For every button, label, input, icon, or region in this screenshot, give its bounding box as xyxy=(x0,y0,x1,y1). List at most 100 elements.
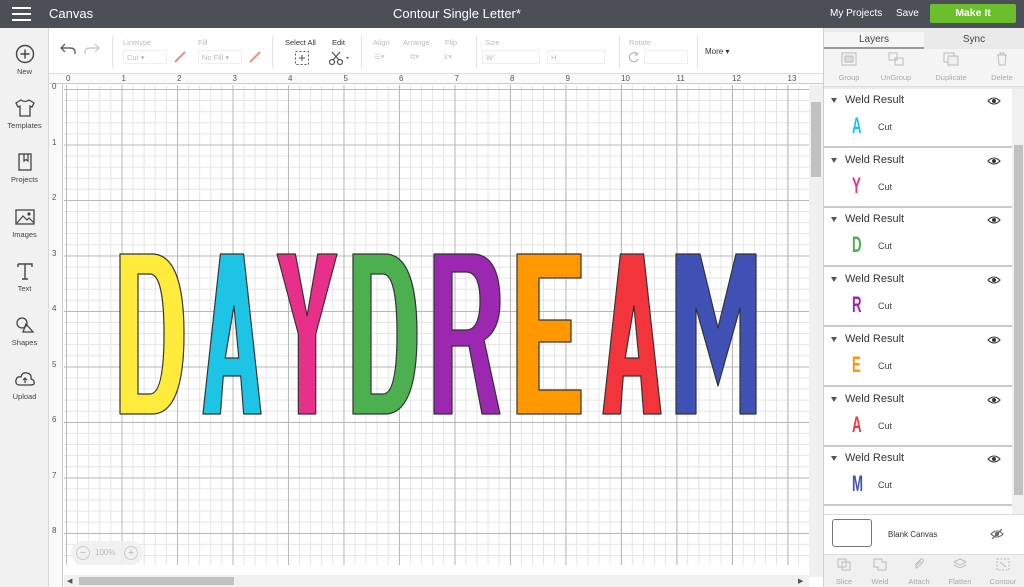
select-all-icon[interactable] xyxy=(294,50,310,66)
layer-row[interactable]: Weld Result D Cut xyxy=(824,208,1012,268)
collapse-caret-icon[interactable] xyxy=(831,456,837,462)
zoom-in-button[interactable]: + xyxy=(124,546,138,560)
ungroup-icon xyxy=(888,52,904,66)
letter-m-shape[interactable] xyxy=(675,253,757,415)
vertical-scrollbar[interactable] xyxy=(809,85,823,577)
collapse-caret-icon[interactable] xyxy=(831,277,837,283)
design-canvas[interactable]: 0 1 2 3 4 5 6 7 8 9 10 11 12 13 012345678 ◀ ▶ − 100% … xyxy=(49,74,823,587)
layer-name: Weld Result xyxy=(845,94,905,106)
sidebar-item-new[interactable]: New xyxy=(0,44,49,94)
more-dropdown[interactable]: More ▾ xyxy=(705,47,729,56)
tab-layers[interactable]: Layers xyxy=(824,32,924,49)
collapse-caret-icon[interactable] xyxy=(831,396,837,402)
zoom-out-button[interactable]: − xyxy=(76,546,90,560)
layer-row[interactable]: Weld Result R Cut xyxy=(824,268,1012,328)
width-input[interactable]: W xyxy=(482,50,540,64)
cloud-upload-icon xyxy=(14,372,35,386)
undo-icon[interactable] xyxy=(60,42,76,56)
eye-icon[interactable] xyxy=(987,395,1001,405)
arrange-dropdown[interactable]: ⧉▾ xyxy=(407,50,431,64)
weld-button[interactable]: Weld xyxy=(860,558,900,586)
edit-scissors-icon[interactable] xyxy=(328,50,352,66)
height-input[interactable]: H xyxy=(547,50,605,64)
letter-e-shape[interactable] xyxy=(516,253,582,415)
collapse-caret-icon[interactable] xyxy=(831,157,837,163)
layer-row[interactable]: Weld Result M Cut xyxy=(824,447,1012,507)
slice-button[interactable]: Slice xyxy=(824,558,864,586)
eye-hidden-icon[interactable] xyxy=(990,528,1004,540)
attach-button[interactable]: Attach xyxy=(899,558,939,586)
save-link[interactable]: Save xyxy=(896,8,919,19)
sidebar-item-images[interactable]: Images xyxy=(0,207,49,257)
letter-d-shape[interactable] xyxy=(352,253,418,415)
linetype-color-swatch-icon[interactable] xyxy=(173,50,187,64)
layer-name: Weld Result xyxy=(845,153,905,166)
eye-icon[interactable] xyxy=(987,275,1001,285)
fill-select[interactable]: No Fill ▾ xyxy=(198,50,242,64)
scroll-right-icon[interactable]: ▶ xyxy=(798,577,803,585)
blank-canvas-swatch[interactable] xyxy=(832,519,872,547)
eye-icon[interactable] xyxy=(987,215,1001,225)
bookmark-book-icon xyxy=(17,153,32,171)
sidebar-item-upload[interactable]: Upload xyxy=(0,369,49,419)
layer-row[interactable]: Weld Result Y Cut xyxy=(824,148,1012,208)
sidebar-item-shapes[interactable]: Shapes xyxy=(0,315,49,365)
contour-button[interactable]: Contour xyxy=(983,558,1023,586)
flip-dropdown[interactable]: ⧖▾ xyxy=(440,50,464,64)
width-label: W xyxy=(486,53,494,62)
horizontal-scrollbar[interactable]: ◀ ▶ xyxy=(64,575,809,587)
panel-tabs: Layers Sync xyxy=(824,32,1024,49)
sidebar-item-text[interactable]: Text xyxy=(0,261,49,311)
sidebar-item-label: Images xyxy=(12,230,37,239)
top-bar: Canvas Contour Single Letter* My Project… xyxy=(0,0,1024,28)
group-label: Group xyxy=(838,73,860,82)
vertical-scroll-thumb[interactable] xyxy=(811,102,821,177)
letter-a-shape[interactable] xyxy=(202,253,262,415)
layer-tools: Group UnGroup Duplicate Delete xyxy=(824,49,1024,87)
linetype-select[interactable]: Cut ▾ xyxy=(123,50,167,64)
sidebar-item-templates[interactable]: Templates xyxy=(0,98,49,148)
eye-icon[interactable] xyxy=(987,96,1001,106)
layer-thumbnail: D xyxy=(852,232,862,258)
panel-bottom-tools: Slice Weld Attach Flatten Contour xyxy=(824,554,1024,587)
ungroup-button[interactable]: UnGroup xyxy=(871,52,921,82)
eye-icon[interactable] xyxy=(987,156,1001,166)
collapse-caret-icon[interactable] xyxy=(831,336,837,342)
contour-label: Contour xyxy=(989,577,1017,586)
rotate-input[interactable] xyxy=(644,50,688,64)
make-it-button[interactable]: Make It xyxy=(930,4,1016,23)
scroll-left-icon[interactable]: ◀ xyxy=(67,577,72,585)
duplicate-button[interactable]: Duplicate xyxy=(926,52,976,82)
group-button[interactable]: Group xyxy=(824,52,874,82)
rotate-label: Rotate xyxy=(629,38,652,47)
rotate-icon xyxy=(628,51,640,63)
collapse-caret-icon[interactable] xyxy=(831,217,837,223)
layer-row[interactable]: Weld Result E Cut xyxy=(824,327,1012,387)
layer-operation: Cut xyxy=(878,241,893,252)
layers-scroll-thumb[interactable] xyxy=(1014,145,1023,495)
layer-row[interactable]: Weld Result A Cut xyxy=(824,89,1012,148)
delete-button[interactable]: Delete xyxy=(977,52,1024,82)
sidebar-item-projects[interactable]: Projects xyxy=(0,152,49,202)
select-all-label: Select All xyxy=(285,38,316,47)
eye-icon[interactable] xyxy=(987,335,1001,345)
redo-icon[interactable] xyxy=(84,42,100,56)
fill-label: Fill xyxy=(198,38,208,47)
layer-operation: Cut xyxy=(878,420,893,431)
letter-d-shape[interactable] xyxy=(119,253,185,415)
flatten-button[interactable]: Flatten xyxy=(940,558,980,586)
letter-y-shape[interactable] xyxy=(276,253,338,415)
layer-thumbnail: E xyxy=(852,351,861,377)
letter-a-shape[interactable] xyxy=(602,253,662,415)
layer-row[interactable]: Weld Result A Cut xyxy=(824,387,1012,447)
horizontal-scroll-thumb[interactable] xyxy=(79,577,234,585)
fill-color-swatch-icon[interactable] xyxy=(248,50,262,64)
align-dropdown[interactable]: ☰▾ xyxy=(371,50,395,64)
left-sidebar: New Templates Projects Images Text Shape… xyxy=(0,28,49,587)
collapse-caret-icon[interactable] xyxy=(831,98,837,103)
letter-r-shape[interactable] xyxy=(433,253,501,415)
tab-sync[interactable]: Sync xyxy=(924,32,1024,49)
my-projects-link[interactable]: My Projects xyxy=(830,8,882,19)
layers-scrollbar[interactable] xyxy=(1012,89,1024,514)
eye-icon[interactable] xyxy=(987,454,1001,464)
